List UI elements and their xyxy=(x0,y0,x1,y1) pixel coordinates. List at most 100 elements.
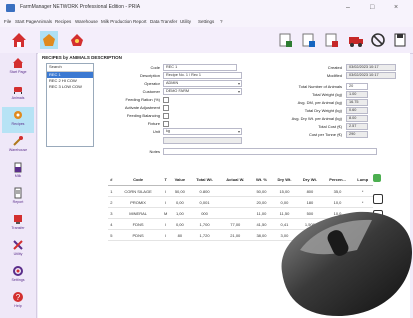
menu-bar: File Start Page Animals Recipes Warehous… xyxy=(0,17,413,27)
cow-icon xyxy=(14,87,22,94)
customer-value: DEMO FARM xyxy=(166,89,189,93)
sidebar-item-start-page[interactable]: Start Page xyxy=(2,55,34,81)
notes-field[interactable] xyxy=(163,148,377,155)
column-header[interactable]: Wt. % xyxy=(251,173,272,186)
sidebar-item-label: Report xyxy=(12,200,24,204)
column-header[interactable]: T xyxy=(161,173,170,186)
sidebar-item-label: Warehouse xyxy=(8,148,28,152)
import-icon[interactable] xyxy=(323,31,341,49)
column-header[interactable]: Lump xyxy=(352,173,373,186)
add-row-button[interactable] xyxy=(373,174,381,182)
fixture-checkbox[interactable] xyxy=(163,121,169,127)
code-field[interactable]: REC 1 xyxy=(163,64,237,71)
activate-adjustment-label: Activate Adjustment xyxy=(124,105,160,110)
menu-file[interactable]: File xyxy=(4,19,11,24)
window-title: FarmManager NETWORK Professional Edition… xyxy=(20,4,141,10)
menu-report[interactable]: Report xyxy=(133,19,147,24)
table-cell: 1,720 xyxy=(189,229,220,241)
customer-select[interactable]: DEMO FARM ▾ xyxy=(163,88,242,95)
table-cell: 21,00 xyxy=(219,229,252,241)
animals-count-label: Total Number of Animals xyxy=(298,84,342,89)
table-cell: 1,00 xyxy=(169,207,190,219)
table-cell: I xyxy=(161,229,170,241)
table-cell: 1,700 xyxy=(189,218,220,230)
sidebar-item-warehouse[interactable]: Warehouse xyxy=(2,133,34,159)
menu-help[interactable]: ? xyxy=(220,19,223,24)
total-cost-field: 2.57 xyxy=(346,123,368,130)
maximize-button[interactable]: □ xyxy=(370,3,374,13)
table-cell: 5 xyxy=(108,229,115,241)
menu-utility[interactable]: Utility xyxy=(180,19,191,24)
table-cell: 3 xyxy=(108,207,115,219)
exit-icon[interactable] xyxy=(391,31,409,49)
sidebar-item-report[interactable]: Report xyxy=(2,185,34,211)
navigator-bar[interactable] xyxy=(163,137,242,144)
table-cell: 15,00 xyxy=(271,185,298,197)
activate-adjustment-checkbox[interactable] xyxy=(163,105,169,111)
table-cell: 35,0 xyxy=(322,185,353,197)
sidebar-item-label: Start Page xyxy=(9,70,27,74)
cancel-icon[interactable] xyxy=(369,31,387,49)
menu-settings[interactable]: Settings xyxy=(198,19,214,24)
title-bar: FarmManager NETWORK Professional Edition… xyxy=(0,0,413,18)
sidebar-item-milk[interactable]: Milk xyxy=(2,159,34,185)
description-field[interactable]: Recipe No. 1 / Rec 1 xyxy=(163,72,242,79)
recipe-search-input[interactable]: Search xyxy=(47,64,93,72)
warehouse-icon xyxy=(13,136,23,146)
list-item[interactable]: REC 3 LOW COW xyxy=(47,84,93,90)
animals-count-field[interactable]: 20 xyxy=(346,83,368,90)
column-header[interactable]: Code xyxy=(114,173,162,186)
total-weight-field: 1.00 xyxy=(346,91,368,98)
menu-warehouse[interactable]: Warehouse xyxy=(75,19,98,24)
sidebar-item-transfer[interactable]: Transfer xyxy=(2,211,34,237)
home-icon[interactable] xyxy=(10,31,28,49)
column-header[interactable]: Percen... xyxy=(322,173,353,186)
svg-text:?: ? xyxy=(16,293,21,302)
sidebar-item-label: Help xyxy=(14,304,22,308)
dry-wt-per-animal-field: 8.00 xyxy=(346,115,368,122)
feeding-ration-checkbox[interactable] xyxy=(163,97,169,103)
sidebar-item-label: Transfer xyxy=(11,226,25,230)
column-header[interactable]: Dry Wt. xyxy=(271,173,298,186)
menu-milk-production[interactable]: Milk Production xyxy=(101,19,132,24)
column-header[interactable]: Actual W. xyxy=(219,173,252,186)
recipe-icon xyxy=(14,111,22,119)
sidebar-item-label: Recipes xyxy=(11,122,25,126)
menu-animals[interactable]: Animals xyxy=(36,19,52,24)
table-row[interactable]: 1 CORN SILAGE I 50,00 0.800 50,00 15,00 800 35,0… xyxy=(108,185,373,197)
table-cell: 0,00 xyxy=(169,218,190,230)
operator-select[interactable]: ADMIN ▾ xyxy=(163,80,242,87)
close-button[interactable]: × xyxy=(394,3,398,13)
table-cell: 41,50 xyxy=(251,218,272,230)
sidebar-item-utility[interactable]: Utility xyxy=(2,237,34,263)
feeding-balancing-checkbox[interactable] xyxy=(163,113,169,119)
column-header[interactable]: Value xyxy=(169,173,190,186)
sidebar-item-help[interactable]: ? Help xyxy=(2,289,34,315)
table-cell: MINERAL xyxy=(114,207,162,219)
table-cell: PROMIX xyxy=(114,196,162,208)
table-cell: CORN SILAGE xyxy=(114,185,162,197)
minimize-button[interactable]: – xyxy=(346,3,350,13)
column-header[interactable]: # xyxy=(108,173,115,186)
chevron-down-icon: ▾ xyxy=(237,129,240,134)
recipes-toolbar-icon[interactable] xyxy=(68,31,86,49)
report-icon xyxy=(14,187,22,199)
menu-recipes[interactable]: Recipes xyxy=(55,19,71,24)
sidebar-item-settings[interactable]: Settings xyxy=(2,263,34,289)
truck-icon[interactable] xyxy=(347,31,365,49)
chevron-down-icon: ▾ xyxy=(237,89,240,94)
sidebar-item-animals[interactable]: Animals xyxy=(2,81,34,107)
table-cell xyxy=(219,196,252,208)
export-icon[interactable] xyxy=(300,31,318,49)
table-cell: * xyxy=(352,185,373,197)
animals-toolbar-icon[interactable] xyxy=(40,31,58,49)
menu-data-transfer[interactable]: Data Transfer xyxy=(150,19,177,24)
print-icon[interactable] xyxy=(277,31,295,49)
unit-select[interactable]: kg ▾ xyxy=(163,128,242,135)
table-cell xyxy=(219,207,252,219)
column-header[interactable]: Total Wt. xyxy=(189,173,220,186)
column-header[interactable]: Dry Wt. xyxy=(297,173,323,186)
table-cell: M xyxy=(161,207,170,219)
menu-start-page[interactable]: Start Page xyxy=(15,19,36,24)
sidebar-item-recipes[interactable]: Recipes xyxy=(2,107,34,133)
